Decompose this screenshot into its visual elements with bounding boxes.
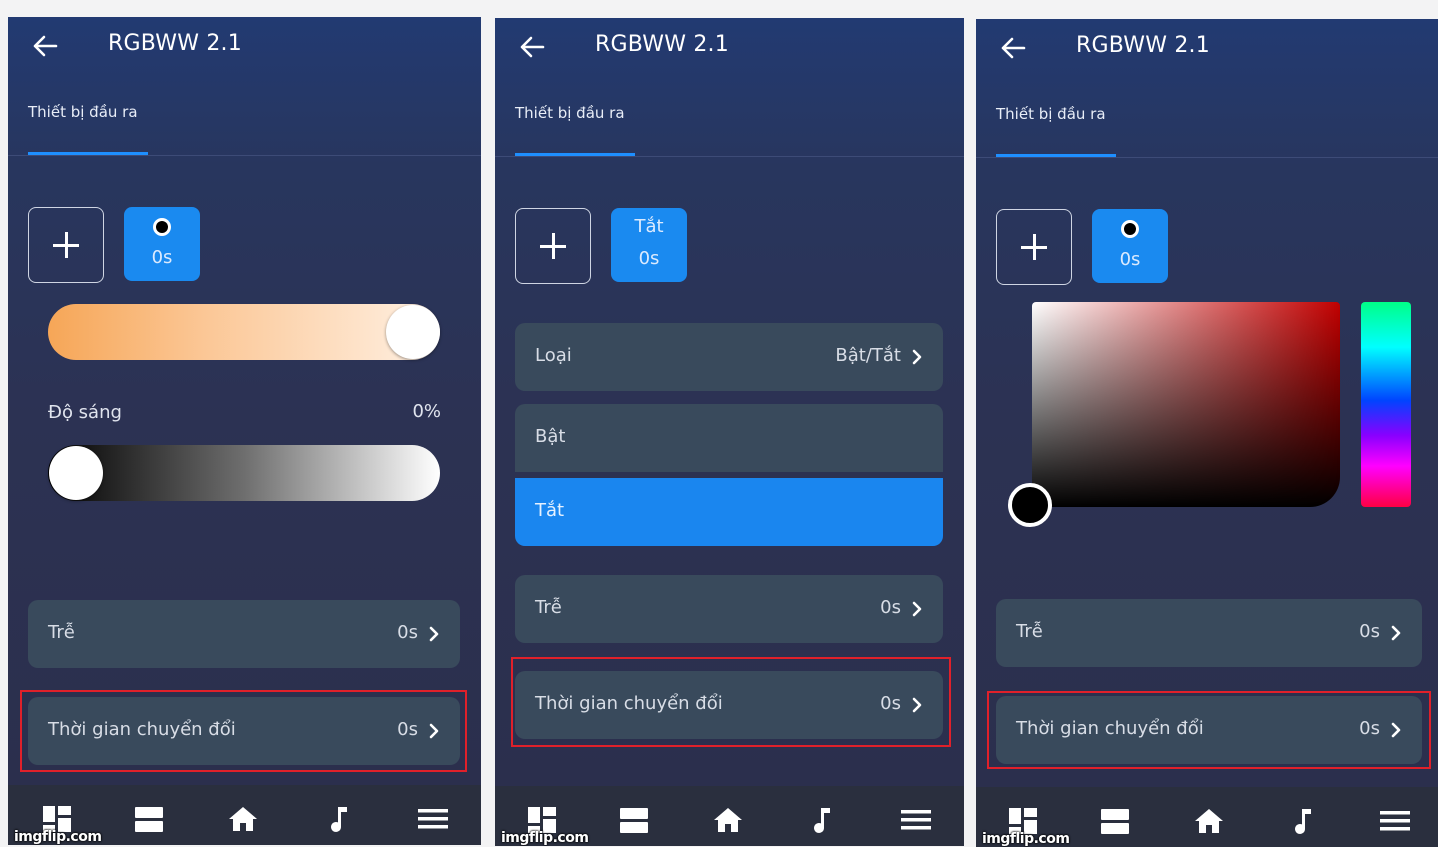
menu-icon[interactable] <box>1378 805 1412 837</box>
home-icon[interactable] <box>226 803 260 835</box>
row-label: Loại <box>535 345 572 366</box>
add-scene-button[interactable] <box>28 207 104 283</box>
divider <box>495 156 964 157</box>
highlight-box <box>511 657 951 747</box>
screen-panel-2: RGBWW 2.1 Thiết bị đầu ra Tắt 0s Loại Bậ… <box>495 18 964 846</box>
scene-button[interactable]: Tắt 0s <box>611 208 687 282</box>
add-scene-button[interactable] <box>996 209 1072 285</box>
row-label: Trễ <box>48 622 75 643</box>
row-value: 0s <box>1359 621 1380 642</box>
option-on[interactable]: Bật <box>515 404 943 472</box>
watermark: imgflip.com <box>501 830 589 846</box>
hue-slider[interactable] <box>1361 302 1411 507</box>
list-icon[interactable] <box>1098 805 1132 837</box>
chevron-right-icon <box>912 601 922 617</box>
menu-icon[interactable] <box>899 804 933 836</box>
scene-time: 0s <box>1119 249 1141 270</box>
page-title: RGBWW 2.1 <box>108 31 242 56</box>
row-label: Trễ <box>535 597 562 618</box>
header: RGBWW 2.1 <box>976 19 1438 79</box>
slider-thumb[interactable] <box>386 305 440 359</box>
scene-button[interactable]: 0s <box>1092 209 1168 283</box>
tab-output-device[interactable]: Thiết bị đầu ra <box>515 104 625 122</box>
header: RGBWW 2.1 <box>8 17 481 77</box>
scene-label: Tắt <box>634 216 664 237</box>
delay-row[interactable]: Trễ 0s <box>28 600 460 668</box>
back-arrow-icon[interactable] <box>517 32 547 62</box>
divider <box>8 155 481 156</box>
highlight-box <box>20 690 467 772</box>
color-picker-thumb[interactable] <box>1008 483 1052 527</box>
home-icon[interactable] <box>711 804 745 836</box>
type-row[interactable]: Loại Bật/Tắt <box>515 323 943 391</box>
color-dot-icon <box>1121 220 1139 238</box>
chevron-right-icon <box>429 626 439 642</box>
tab-output-device[interactable]: Thiết bị đầu ra <box>28 103 138 121</box>
option-label: Tắt <box>535 500 565 521</box>
row-label: Trễ <box>1016 621 1043 642</box>
music-icon[interactable] <box>322 803 356 835</box>
screen-panel-3: RGBWW 2.1 Thiết bị đầu ra 0s Trễ 0s Thời… <box>976 19 1438 847</box>
row-value: 0s <box>397 622 418 643</box>
brightness-slider[interactable] <box>48 445 440 501</box>
bottom-nav: imgflip.com <box>495 786 964 846</box>
bottom-nav: imgflip.com <box>8 785 481 845</box>
scene-time: 0s <box>151 247 173 268</box>
list-icon[interactable] <box>132 803 166 835</box>
highlight-box <box>987 691 1431 769</box>
brightness-label: Độ sáng <box>48 402 122 423</box>
screen-panel-1: RGBWW 2.1 Thiết bị đầu ra 0s Độ sáng 0% … <box>8 17 481 845</box>
color-temperature-slider[interactable] <box>48 304 440 360</box>
brightness-value: 0% <box>412 401 441 422</box>
row-value: Bật/Tắt <box>835 345 901 366</box>
watermark: imgflip.com <box>14 829 102 845</box>
divider <box>976 157 1438 158</box>
add-scene-button[interactable] <box>515 208 591 284</box>
header: RGBWW 2.1 <box>495 18 964 78</box>
music-icon[interactable] <box>1286 805 1320 837</box>
row-value: 0s <box>880 597 901 618</box>
option-label: Bật <box>535 426 566 447</box>
menu-icon[interactable] <box>416 803 450 835</box>
option-off[interactable]: Tắt <box>515 478 943 546</box>
color-dot-icon <box>153 218 171 236</box>
back-arrow-icon[interactable] <box>998 33 1028 63</box>
tab-output-device[interactable]: Thiết bị đầu ra <box>996 105 1106 123</box>
delay-row[interactable]: Trễ 0s <box>515 575 943 643</box>
back-arrow-icon[interactable] <box>30 31 60 61</box>
home-icon[interactable] <box>1192 805 1226 837</box>
slider-thumb[interactable] <box>49 446 103 500</box>
chevron-right-icon <box>1391 625 1401 641</box>
delay-row[interactable]: Trễ 0s <box>996 599 1422 667</box>
page-title: RGBWW 2.1 <box>595 32 729 57</box>
scene-time: 0s <box>638 248 660 269</box>
page-title: RGBWW 2.1 <box>1076 33 1210 58</box>
list-icon[interactable] <box>617 804 651 836</box>
scene-button[interactable]: 0s <box>124 207 200 281</box>
chevron-right-icon <box>912 349 922 365</box>
saturation-value-picker[interactable] <box>1032 302 1340 507</box>
music-icon[interactable] <box>805 804 839 836</box>
bottom-nav: imgflip.com <box>976 787 1438 847</box>
